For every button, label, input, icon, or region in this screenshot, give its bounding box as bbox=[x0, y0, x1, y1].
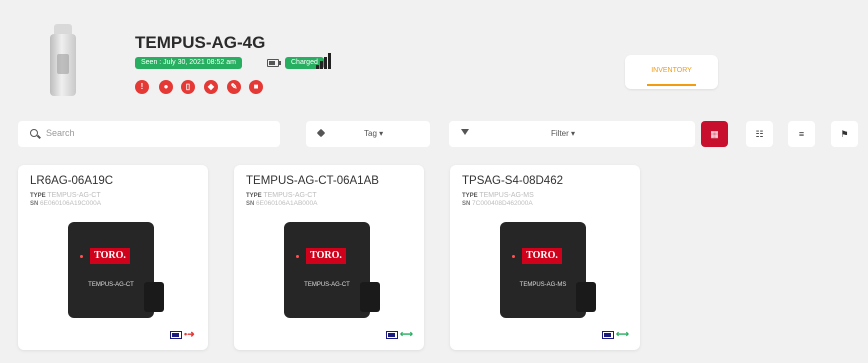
search-input[interactable]: Search bbox=[18, 121, 280, 147]
inventory-label: INVENTORY bbox=[651, 67, 692, 74]
card-serial: SN 6E060106A19C000A bbox=[30, 200, 102, 207]
card-title: LR6AG-06A19C bbox=[30, 175, 114, 187]
tag-icon bbox=[316, 128, 326, 138]
battery-icon bbox=[602, 331, 614, 339]
card-type: TYPE TEMPUS-AG-CT bbox=[30, 192, 101, 199]
battery-icon bbox=[170, 331, 182, 339]
edit-icon[interactable]: ✎ bbox=[227, 80, 241, 94]
device-card[interactable]: LR6AG-06A19C TYPE TEMPUS-AG-CT SN 6E0601… bbox=[18, 165, 208, 350]
controller-image: TORO. TEMPUS-AG-CT bbox=[68, 222, 166, 320]
card-type: TYPE TEMPUS-AG-MS bbox=[462, 192, 534, 199]
large-grid-view-button[interactable]: ▦ bbox=[701, 121, 728, 147]
filter-icon bbox=[461, 129, 469, 135]
phone-icon[interactable]: ▯ bbox=[181, 80, 195, 94]
model-label: TEMPUS-AG-CT bbox=[88, 282, 134, 288]
toolbar: Search Tag ▾ Filter ▾ ▦ ☷ ≡ ⚑ bbox=[18, 121, 858, 147]
delete-icon[interactable]: ■ bbox=[249, 80, 263, 94]
controller-image: TORO. TEMPUS-AG-MS bbox=[500, 222, 598, 320]
filter-dropdown[interactable]: Filter ▾ bbox=[449, 121, 695, 147]
brand-logo: TORO. bbox=[522, 248, 562, 264]
list-view-button[interactable]: ≡ bbox=[788, 121, 815, 147]
info-icon[interactable]: ! bbox=[135, 80, 149, 94]
filter-label: Filter ▾ bbox=[551, 129, 576, 138]
connected-icon: ⟷ bbox=[616, 329, 629, 339]
signal-strength-icon bbox=[316, 53, 331, 69]
card-title: TEMPUS-AG-CT-06A1AB bbox=[246, 175, 379, 187]
tag-icon[interactable]: ◆ bbox=[204, 80, 218, 94]
device-image bbox=[46, 24, 80, 102]
card-title: TPSAG-S4-08D462 bbox=[462, 175, 563, 187]
device-header: TEMPUS-AG-4G Seen : July 30, 2021 08:52 … bbox=[20, 10, 860, 110]
model-label: TEMPUS-AG-MS bbox=[519, 282, 567, 288]
location-icon[interactable]: ● bbox=[159, 80, 173, 94]
search-placeholder: Search bbox=[46, 128, 75, 138]
controller-image: TORO. TEMPUS-AG-CT bbox=[284, 222, 382, 320]
brand-logo: TORO. bbox=[90, 248, 130, 264]
small-grid-view-button[interactable]: ☷ bbox=[746, 121, 773, 147]
brand-logo: TORO. bbox=[306, 248, 346, 264]
card-type: TYPE TEMPUS-AG-CT bbox=[246, 192, 317, 199]
card-serial: SN 7C000408D462000A bbox=[462, 200, 533, 207]
device-title: TEMPUS-AG-4G bbox=[135, 33, 266, 52]
map-view-button[interactable]: ⚑ bbox=[831, 121, 858, 147]
last-seen-badge: Seen : July 30, 2021 08:52 am bbox=[135, 57, 242, 69]
tag-label: Tag ▾ bbox=[364, 129, 384, 138]
card-serial: SN 6E060106A1AB000A bbox=[246, 200, 318, 207]
tag-dropdown[interactable]: Tag ▾ bbox=[306, 121, 430, 147]
disconnected-icon: •➜ bbox=[184, 329, 195, 339]
search-icon bbox=[30, 129, 38, 137]
device-card[interactable]: TEMPUS-AG-CT-06A1AB TYPE TEMPUS-AG-CT SN… bbox=[234, 165, 424, 350]
inventory-tab[interactable]: INVENTORY bbox=[625, 55, 718, 89]
connected-icon: ⟷ bbox=[400, 329, 413, 339]
battery-icon bbox=[267, 59, 281, 67]
battery-icon bbox=[386, 331, 398, 339]
model-label: TEMPUS-AG-CT bbox=[304, 282, 350, 288]
device-card[interactable]: TPSAG-S4-08D462 TYPE TEMPUS-AG-MS SN 7C0… bbox=[450, 165, 640, 350]
